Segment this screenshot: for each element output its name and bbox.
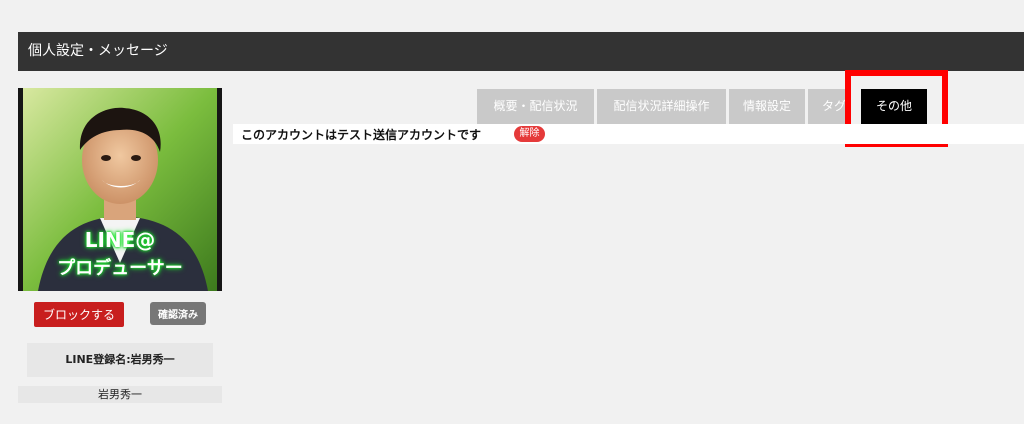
tab-overview[interactable]: 概要・配信状況 (477, 89, 594, 124)
tab-delivery-details[interactable]: 配信状況詳細操作 (597, 89, 726, 124)
test-account-notice: このアカウントはテスト送信アカウントです 解除 (233, 124, 1024, 144)
avatar-overlay-subtext: プロデューサー (57, 258, 183, 279)
notice-text: このアカウントはテスト送信アカウントです (241, 128, 482, 142)
tab-info-settings[interactable]: 情報設定 (729, 89, 805, 124)
line-registered-name: LINE登録名:岩男秀一 (27, 343, 213, 377)
page-header: 個人設定・メッセージ (18, 32, 1024, 71)
avatar-overlay-text: LINE@ (84, 228, 156, 252)
block-button[interactable]: ブロックする (34, 302, 124, 327)
release-button[interactable]: 解除 (514, 126, 545, 142)
page-title: 個人設定・メッセージ (28, 43, 168, 59)
tab-other[interactable]: その他 (861, 89, 927, 124)
confirmed-button[interactable]: 確認済み (150, 302, 206, 325)
avatar: LINE@ プロデューサー (18, 88, 222, 291)
tab-tags[interactable]: タグ (808, 89, 850, 124)
display-name: 岩男秀一 (18, 386, 222, 403)
